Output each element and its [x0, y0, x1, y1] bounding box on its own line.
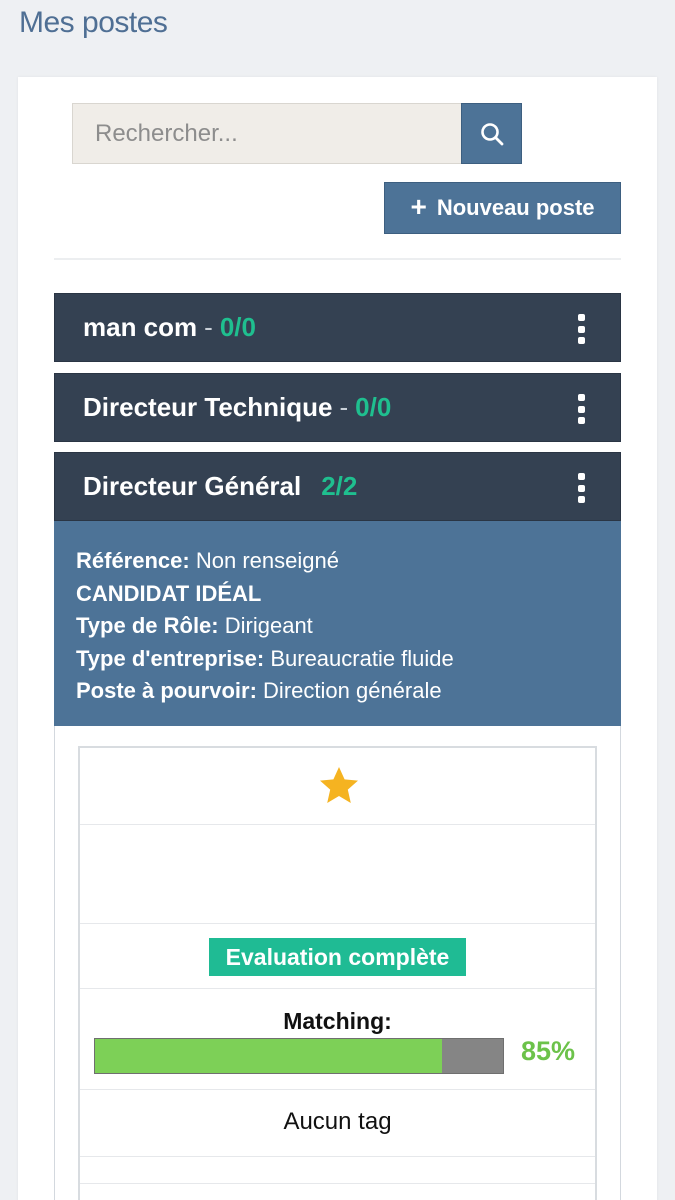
search-button[interactable]: [461, 103, 522, 164]
position-line: Poste à pourvoir: Direction générale: [76, 675, 599, 708]
kebab-menu-icon[interactable]: [576, 394, 586, 424]
search-input[interactable]: [72, 103, 461, 164]
card-divider: [80, 824, 595, 825]
post-separator: -: [204, 312, 213, 342]
post-count: 0/0: [219, 312, 256, 342]
card-divider: [80, 988, 595, 989]
new-post-label: Nouveau poste: [436, 195, 595, 220]
reference-value: Non renseigné: [195, 548, 339, 573]
posts-panel: + Nouveau poste man com - 0/0 Directeur …: [18, 77, 657, 1200]
kebab-menu-icon[interactable]: [576, 314, 586, 344]
post-row-man-com[interactable]: man com - 0/0: [54, 293, 621, 362]
post-details: Référence: Non renseigné CANDIDAT IDÉAL …: [54, 521, 621, 726]
role-type-line: Type de Rôle: Dirigeant: [76, 610, 599, 643]
ideal-candidate-heading: CANDIDAT IDÉAL: [76, 578, 599, 611]
reference-line: Référence: Non renseigné: [76, 545, 599, 578]
post-row-directeur-technique[interactable]: Directeur Technique - 0/0: [54, 373, 621, 442]
card-divider: [80, 1156, 595, 1157]
post-count: 2/2: [321, 471, 358, 501]
matching-percent: 85%: [521, 1036, 576, 1066]
search-icon: [480, 122, 503, 145]
candidates-area: Evaluation complète Matching: 85% Aucun …: [54, 726, 621, 1200]
card-divider: [80, 923, 595, 924]
new-post-button[interactable]: + Nouveau poste: [384, 182, 621, 234]
post-name: Directeur Général: [83, 471, 302, 501]
star-icon[interactable]: [318, 766, 360, 806]
post-count: 0/0: [355, 392, 392, 422]
candidate-card[interactable]: Evaluation complète Matching: 85% Aucun …: [78, 746, 597, 1200]
page-title: Mes postes: [19, 6, 168, 39]
post-separator: -: [339, 392, 349, 422]
company-type-label: Type d'entreprise:: [76, 645, 265, 671]
tags-text: Aucun tag: [283, 1108, 392, 1135]
company-type-line: Type d'entreprise: Bureaucratie fluide: [76, 643, 599, 676]
post-name: Directeur Technique: [83, 392, 333, 422]
role-type-label: Type de Rôle:: [76, 613, 219, 638]
plus-icon: +: [410, 190, 427, 222]
card-divider: [80, 1183, 595, 1184]
role-type-value: Dirigeant: [224, 613, 313, 638]
matching-progress-fill: [95, 1039, 442, 1073]
evaluation-status-badge: Evaluation complète: [209, 938, 466, 976]
search-bar: [72, 103, 522, 164]
company-type-value: Bureaucratie fluide: [270, 645, 454, 671]
reference-label: Référence:: [76, 548, 190, 573]
matching-progress-bar: [94, 1038, 504, 1074]
matching-label: Matching:: [283, 1008, 392, 1034]
kebab-menu-icon[interactable]: [576, 473, 586, 503]
position-value: Direction générale: [263, 678, 442, 703]
ideal-candidate-label: CANDIDAT IDÉAL: [76, 580, 262, 606]
card-divider: [80, 1089, 595, 1090]
post-name: man com: [83, 312, 198, 342]
divider: [54, 258, 621, 260]
position-label: Poste à pourvoir:: [76, 678, 257, 703]
post-row-directeur-general[interactable]: Directeur Général 2/2: [54, 452, 621, 521]
